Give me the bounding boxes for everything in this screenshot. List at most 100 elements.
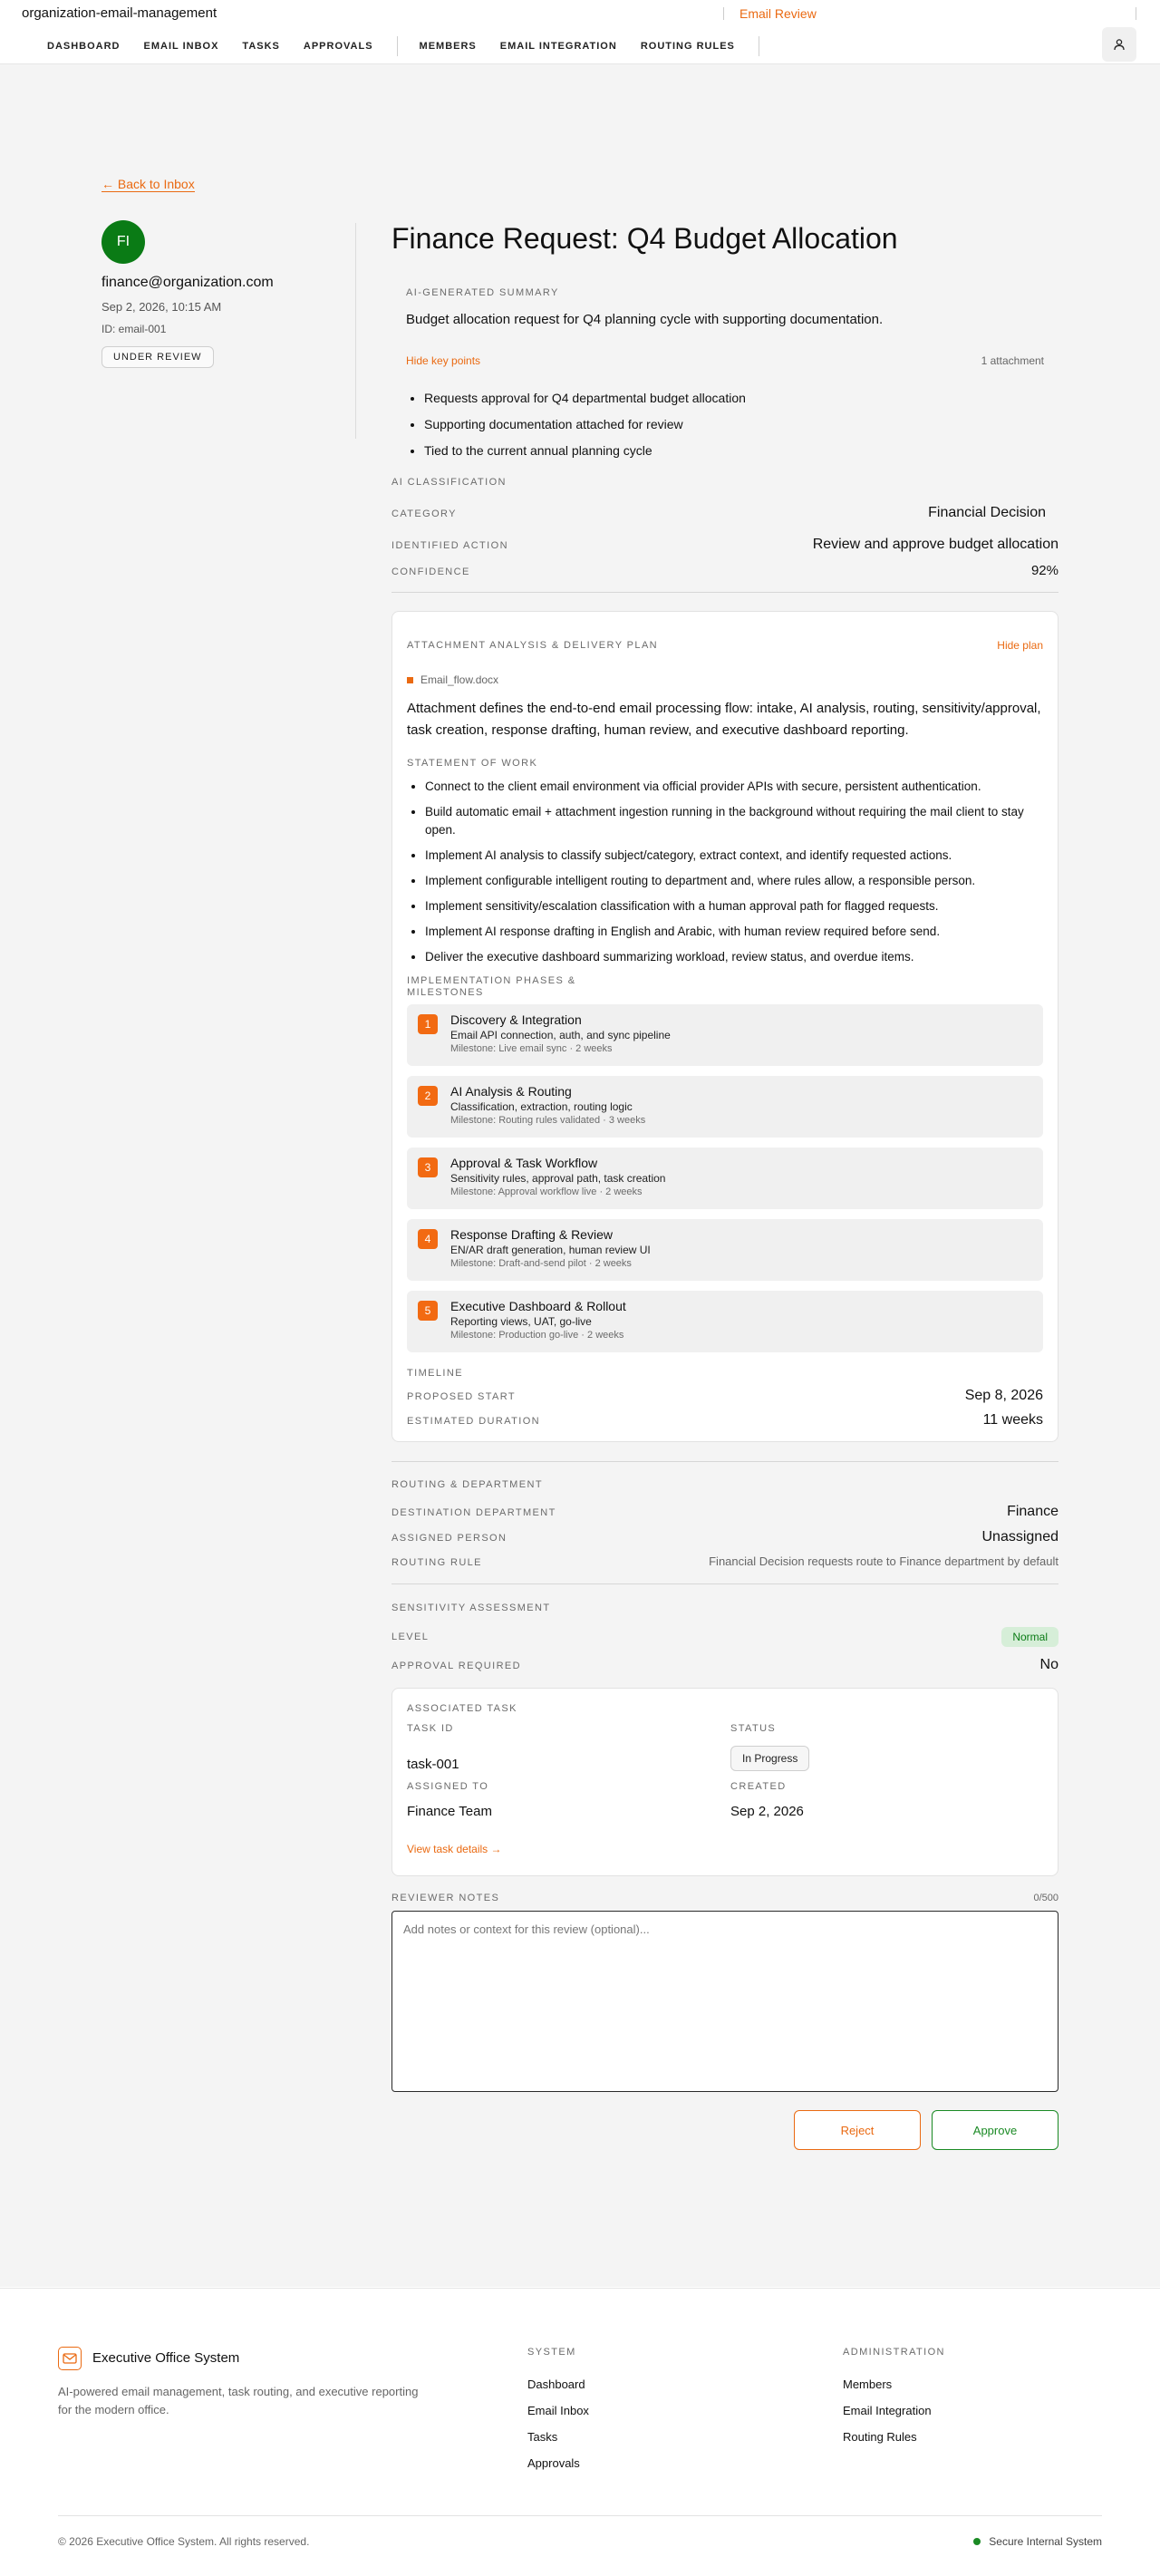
list-item: Tied to the current annual planning cycl…: [424, 443, 1044, 458]
level-label: LEVEL: [392, 1632, 430, 1642]
copyright-text: © 2026 Executive Office System. All righ…: [58, 2535, 310, 2548]
start-row: PROPOSED START Sep 8, 2026: [407, 1388, 1043, 1404]
nav-email-inbox[interactable]: EMAIL INBOX: [144, 41, 219, 52]
phase-item: 2 AI Analysis & Routing Classification, …: [407, 1076, 1043, 1138]
notes-label: REVIEWER NOTES: [392, 1893, 500, 1903]
phase-number: 2: [418, 1086, 438, 1106]
sow-list: Connect to the client email environment …: [407, 778, 1043, 966]
list-item: Deliver the executive dashboard summariz…: [425, 948, 1043, 966]
footer-link-routing-rules[interactable]: Routing Rules: [843, 2430, 945, 2444]
assigned-person-row: ASSIGNED PERSON Unassigned: [392, 1529, 1058, 1545]
nav-email-integration[interactable]: EMAIL INTEGRATION: [500, 41, 617, 52]
app-name: organization-email-management: [22, 5, 218, 21]
footer-link-email-inbox[interactable]: Email Inbox: [527, 2404, 589, 2417]
hide-plan-button[interactable]: Hide plan: [997, 639, 1043, 652]
summary-meta: Hide key points 1 attachment: [406, 354, 1044, 367]
task-status-label: STATUS: [730, 1723, 777, 1734]
phase-title: Response Drafting & Review: [450, 1227, 613, 1242]
ai-classification: AI CLASSIFICATION CATEGORY Financial Dec…: [392, 477, 1058, 593]
phase-number: 3: [418, 1157, 438, 1177]
task-grid: TASK ID task-001 STATUS In Progress ASSI…: [407, 1723, 1043, 1819]
task-assigned-label: ASSIGNED TO: [407, 1781, 489, 1792]
category-row: CATEGORY Financial Decision: [392, 505, 1058, 521]
sender-email: finance@organization.com: [102, 275, 274, 290]
list-item: Connect to the client email environment …: [425, 778, 1043, 796]
status-dot-icon: [973, 2538, 981, 2545]
divider: [392, 1583, 1058, 1584]
phase-description: Classification, extraction, routing logi…: [450, 1100, 633, 1113]
task-id-value: task-001: [407, 1757, 459, 1772]
task-status-cell: STATUS In Progress: [730, 1723, 1043, 1772]
mail-logo-icon: [58, 2347, 82, 2370]
footer-description: AI-powered email management, task routin…: [58, 2385, 419, 2416]
phase-title: Discovery & Integration: [450, 1012, 582, 1027]
phase-title: Executive Dashboard & Rollout: [450, 1299, 626, 1313]
notes-counter: 0/500: [1033, 1893, 1058, 1903]
nav-members[interactable]: MEMBERS: [420, 41, 477, 52]
reject-button[interactable]: Reject: [794, 2110, 921, 2150]
sensitivity-label: SENSITIVITY ASSESSMENT: [392, 1603, 551, 1613]
footer-link-email-integration[interactable]: Email Integration: [843, 2404, 945, 2417]
page-title: Finance Request: Q4 Budget Allocation: [392, 222, 898, 255]
divider: [392, 592, 1058, 593]
status-badge: UNDER REVIEW: [102, 346, 214, 368]
action-row: IDENTIFIED ACTION Review and approve bud…: [392, 537, 1058, 553]
task-created-value: Sep 2, 2026: [730, 1804, 804, 1819]
current-page-link[interactable]: Email Review: [740, 6, 817, 21]
reviewer-notes-section: REVIEWER NOTES 0/500: [392, 1893, 1058, 2092]
nav-dashboard[interactable]: DASHBOARD: [47, 41, 121, 52]
column-divider: [355, 223, 356, 439]
reviewer-notes-input[interactable]: [392, 1911, 1058, 2092]
attachment-plan-card: ATTACHMENT ANALYSIS & DELIVERY PLAN Hide…: [392, 611, 1058, 1442]
approve-button[interactable]: Approve: [932, 2110, 1058, 2150]
nav-tasks[interactable]: TASKS: [242, 41, 279, 52]
user-icon: [1114, 39, 1125, 51]
key-points-list: Requests approval for Q4 departmental bu…: [406, 391, 1044, 458]
task-id-cell: TASK ID task-001: [407, 1723, 730, 1772]
nav-routing-rules[interactable]: ROUTING RULES: [641, 41, 735, 52]
phases-list: 1 Discovery & Integration Email API conn…: [407, 1004, 1043, 1352]
phase-milestone: Milestone: Live email sync · 2 weeks: [450, 1043, 613, 1054]
page-footer: Executive Office System AI-powered email…: [0, 2288, 1160, 2576]
phase-item: 3 Approval & Task Workflow Sensitivity r…: [407, 1148, 1043, 1209]
phase-number: 5: [418, 1301, 438, 1321]
toggle-key-points-button[interactable]: Hide key points: [406, 354, 480, 367]
list-item: Implement configurable intelligent routi…: [425, 872, 1043, 890]
footer-system-column: SYSTEM Dashboard Email Inbox Tasks Appro…: [527, 2347, 589, 2470]
plan-label: ATTACHMENT ANALYSIS & DELIVERY PLAN: [407, 640, 659, 651]
phases-label-line: MILESTONES: [407, 987, 484, 998]
list-item: Implement AI response drafting in Englis…: [425, 923, 1043, 941]
profile-button[interactable]: [1102, 27, 1136, 62]
task-created-label: CREATED: [730, 1781, 787, 1792]
footer-link-members[interactable]: Members: [843, 2377, 945, 2391]
phase-item: 5 Executive Dashboard & Rollout Reportin…: [407, 1291, 1043, 1352]
list-item: Requests approval for Q4 departmental bu…: [424, 391, 1044, 405]
phase-milestone: Milestone: Draft-and-send pilot · 2 week…: [450, 1258, 632, 1269]
back-to-inbox-link[interactable]: ← Back to Inbox: [102, 178, 195, 192]
plan-header: ATTACHMENT ANALYSIS & DELIVERY PLAN Hide…: [407, 639, 1043, 652]
task-assigned-value: Finance Team: [407, 1804, 492, 1819]
secure-system-indicator: Secure Internal System: [973, 2535, 1102, 2548]
footer-admin-heading: ADMINISTRATION: [843, 2347, 945, 2358]
task-id-label: TASK ID: [407, 1723, 454, 1734]
footer-link-tasks[interactable]: Tasks: [527, 2430, 589, 2444]
destination-label: DESTINATION DEPARTMENT: [392, 1507, 556, 1518]
sender-panel: FI finance@organization.com Sep 2, 2026,…: [102, 220, 346, 368]
attachment-file[interactable]: Email_flow.docx: [407, 673, 1043, 686]
list-item: Implement AI analysis to classify subjec…: [425, 847, 1043, 865]
routing-rule-label: ROUTING RULE: [392, 1557, 482, 1568]
category-label: CATEGORY: [392, 508, 457, 519]
footer-admin-column: ADMINISTRATION Members Email Integration…: [843, 2347, 945, 2444]
confidence-label: CONFIDENCE: [392, 567, 470, 577]
phase-number: 4: [418, 1229, 438, 1249]
phases-label: IMPLEMENTATION PHASES & MILESTONES: [407, 975, 1043, 999]
view-task-details-link[interactable]: View task details →: [407, 1843, 1043, 1855]
footer-link-approvals[interactable]: Approvals: [527, 2456, 589, 2470]
footer-brand-name: Executive Office System: [92, 2350, 240, 2366]
envelope-icon: [63, 2353, 77, 2364]
routing-section: ROUTING & DEPARTMENT DESTINATION DEPARTM…: [392, 1479, 1058, 1584]
footer-link-dashboard[interactable]: Dashboard: [527, 2377, 589, 2391]
phase-item: 4 Response Drafting & Review EN/AR draft…: [407, 1219, 1043, 1281]
sow-label: STATEMENT OF WORK: [407, 758, 538, 769]
nav-approvals[interactable]: APPROVALS: [304, 41, 373, 52]
